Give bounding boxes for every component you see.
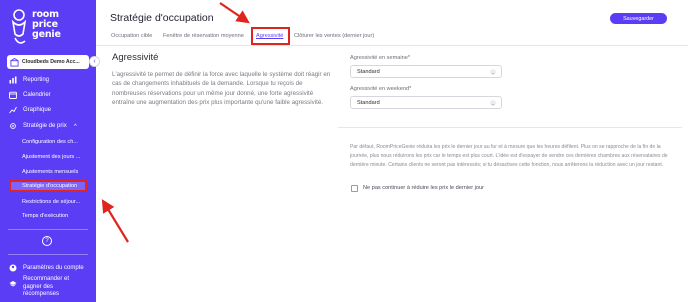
tabs-divider [96,45,688,46]
hotel-icon [10,57,19,67]
last-day-checkbox[interactable] [351,185,358,192]
sidebar-subitem-stay-restrictions[interactable]: Restrictions de séjour... [22,196,80,207]
account-icon [9,264,17,271]
chevron-down-icon: ⌄ [490,69,496,75]
graph-icon [9,106,17,113]
last-day-checkbox-label[interactable]: Ne pas continuer à réduire les prix le d… [363,185,484,191]
chevron-down-icon: ⌄ [490,100,496,106]
sidebar-item-label: Recommander et gagner des récompenses [23,276,70,297]
sidebar-subitem-label: Temps d'exécution [22,212,69,219]
tab-target-occupancy[interactable]: Occupation cible [111,33,152,39]
sidebar-subitem-label: Ajustements mensuels [22,168,79,175]
tab-booking-window[interactable]: Fenêtre de réservation moyenne [163,33,244,39]
sidebar-subitem-monthly-adjustments[interactable]: Ajustements mensuels [22,166,78,177]
brand-name: room price genie [32,10,61,40]
sidebar-item-label: Stratégie de prix [23,122,67,129]
select-value: Standard [357,99,380,106]
section-title: Agressivité [112,52,159,63]
sidebar: room price genie Cloudbeds Demo Acc... R… [0,0,96,302]
page-title: Stratégie d'occupation [110,12,214,24]
content-divider [338,127,682,128]
gift-icon [9,281,17,287]
sidebar-item-referral[interactable]: Recommander et gagner des récompenses [9,276,81,300]
chart-icon [9,76,17,83]
sidebar-item-account-settings[interactable]: Paramètres du compte [9,262,84,273]
annotation-arrow-sidebar [101,199,129,243]
app-window: room price genie Cloudbeds Demo Acc... R… [0,0,688,302]
weekend-aggressiveness-select[interactable]: Standard ⌄ [350,96,502,109]
sidebar-subitem-day-adjustments[interactable]: Ajustement des jours ... [22,151,80,162]
sidebar-subitem-label: Stratégie d'occupation [22,183,78,189]
annotation-arrow-tab [219,2,250,24]
calendar-icon [9,91,17,99]
tab-close-sales-last-day[interactable]: Clôturer les ventes (dernier jour) [294,33,374,39]
brand-line-3: genie [32,29,61,40]
hotel-selector[interactable]: Cloudbeds Demo Acc... [7,55,89,69]
sidebar-divider [8,254,88,255]
collapse-sidebar-button[interactable]: ‹ [89,56,100,67]
gear-icon [10,122,16,129]
weekday-aggressiveness-select[interactable]: Standard ⌄ [350,65,502,78]
sidebar-subitem-execution-time[interactable]: Temps d'exécution [22,210,68,221]
select-value: Standard [357,68,380,75]
sidebar-item-graph[interactable]: Graphique [9,104,51,115]
sidebar-subitem-label: Ajustement des jours ... [22,153,81,160]
sidebar-subitem-occupancy-strategy[interactable]: Stratégie d'occupation [9,180,87,192]
annotation-highlight-box [251,27,290,45]
weekend-aggressiveness-label: Agressivité en weekend* [350,86,412,92]
sidebar-subitem-label: Configuration des ch... [22,138,78,145]
sidebar-item-label: Graphique [23,106,52,113]
weekday-aggressiveness-label: Agressivité en semaine* [350,55,411,61]
sidebar-item-reporting[interactable]: Reporting [9,74,49,85]
hotel-name: Cloudbeds Demo Acc... [22,59,80,65]
last-day-note: Par défaut, RoomPriceGenie réduira les p… [350,144,668,168]
chevron-left-icon: ‹ [93,58,96,65]
sidebar-item-label: Reporting [23,76,50,83]
sidebar-item-calendar[interactable]: Calendrier [9,89,51,100]
genie-logo-icon [11,9,27,44]
sidebar-item-label: Paramètres du compte [23,264,84,271]
save-button[interactable]: Sauvegarder [610,13,667,24]
sidebar-item-label: Calendrier [23,91,51,98]
chevron-up-icon[interactable]: ^ [74,124,77,130]
sidebar-divider [8,229,88,230]
sidebar-item-pricing-strategy[interactable]: Stratégie de prix [9,120,67,131]
help-icon[interactable]: ? [42,236,52,246]
brand-logo[interactable]: room price genie [8,8,88,48]
section-description: L'agressivité te permet de définir la fo… [112,71,331,106]
sidebar-subitem-label: Restrictions de séjour... [22,198,81,205]
sidebar-subitem-room-config[interactable]: Configuration des ch... [22,136,78,147]
